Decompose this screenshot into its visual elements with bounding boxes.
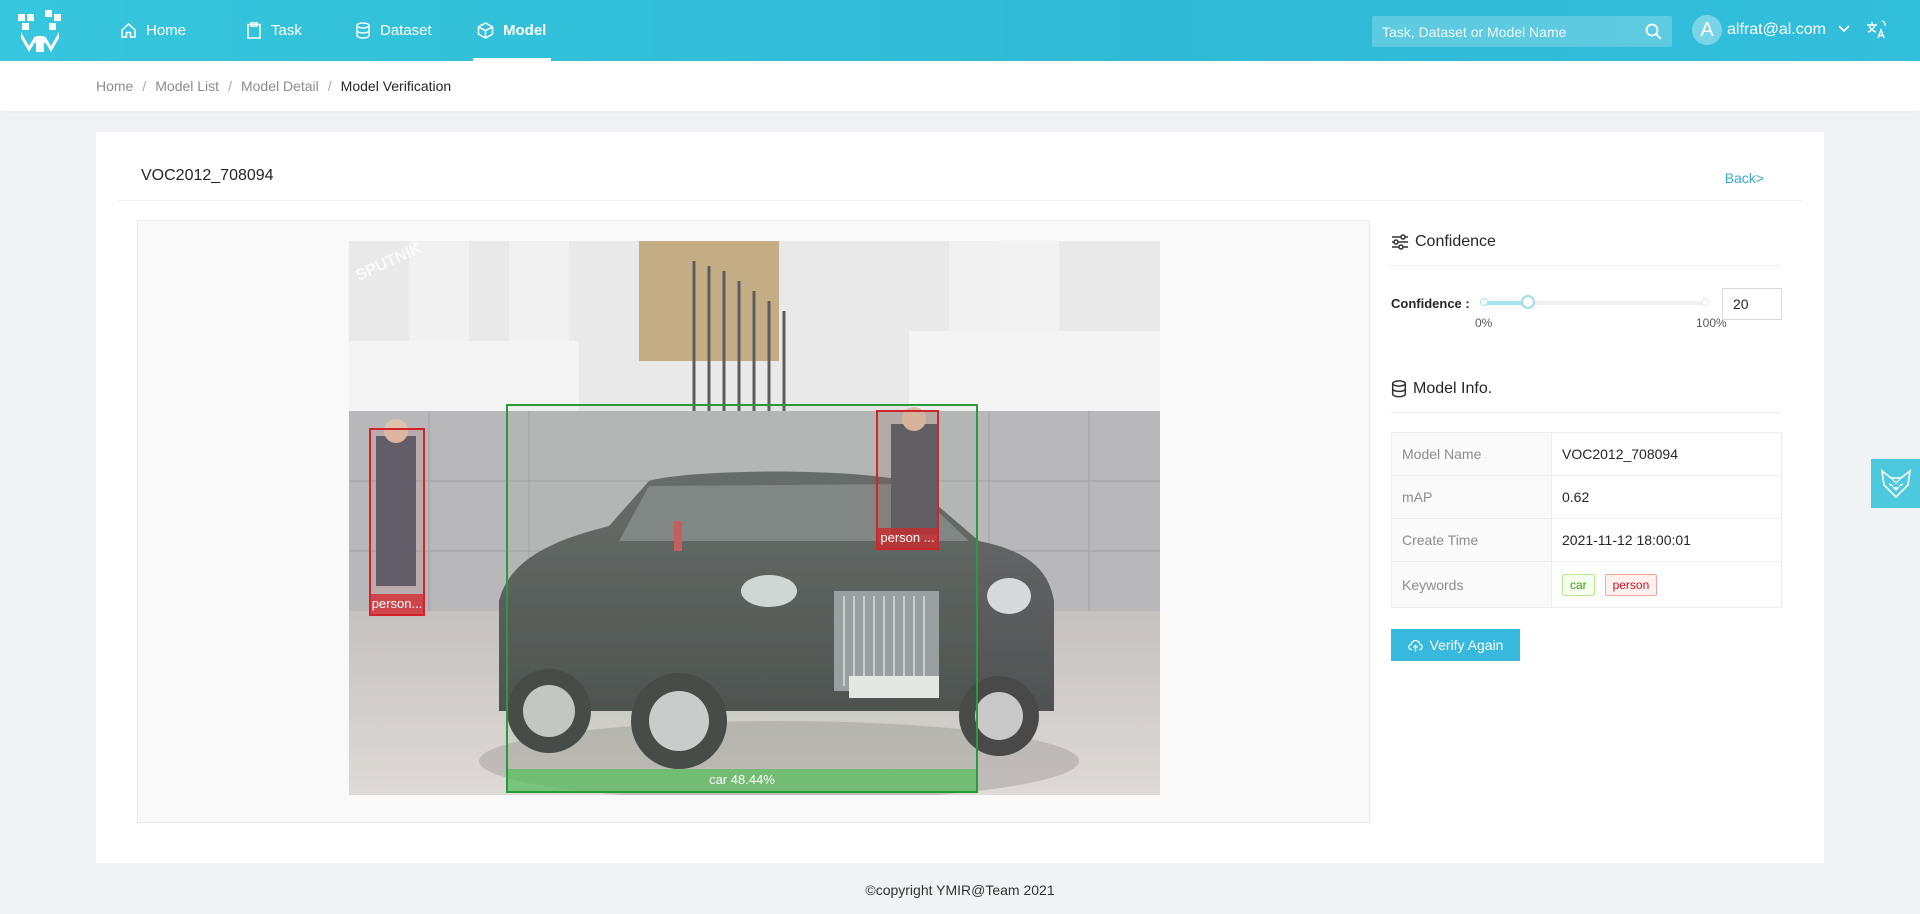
nav-dataset[interactable]: Dataset bbox=[355, 0, 432, 61]
chevron-down-icon[interactable] bbox=[1838, 24, 1850, 34]
breadcrumb-current: Model Verification bbox=[340, 78, 452, 94]
slider-min-mark: 0% bbox=[1475, 316, 1493, 330]
keyword-tag-car: car bbox=[1562, 573, 1595, 596]
verify-again-label: Verify Again bbox=[1429, 637, 1504, 653]
keyword-tag-person: person bbox=[1604, 573, 1658, 596]
breadcrumb-model-detail[interactable]: Model Detail bbox=[241, 78, 319, 94]
breadcrumb-separator: / bbox=[228, 78, 232, 94]
confidence-input[interactable] bbox=[1722, 288, 1782, 320]
side-panel: Confidence Confidence : 0% 100% Model In… bbox=[1391, 220, 1782, 661]
info-value: 2021-11-12 18:00:01 bbox=[1551, 518, 1782, 562]
nav-task-label: Task bbox=[271, 22, 302, 39]
task-icon bbox=[247, 22, 261, 39]
breadcrumb: Home / Model List / Model Detail / Model… bbox=[96, 78, 451, 94]
verification-image: SPUTNIK person... person ... car 48.44% bbox=[349, 241, 1160, 795]
confidence-slider[interactable] bbox=[1480, 295, 1709, 309]
nav-task[interactable]: Task bbox=[246, 0, 302, 61]
model-info-table: Model Name VOC2012_708094 mAP 0.62 Creat… bbox=[1391, 432, 1782, 608]
sliders-icon bbox=[1392, 234, 1408, 250]
info-key: Model Name bbox=[1391, 432, 1552, 476]
nav-home-label: Home bbox=[146, 22, 187, 39]
info-key: Create Time bbox=[1391, 518, 1552, 562]
table-row: Model Name VOC2012_708094 bbox=[1391, 432, 1782, 476]
model-icon bbox=[477, 22, 494, 39]
fox-icon bbox=[1880, 468, 1911, 498]
breadcrumb-home[interactable]: Home bbox=[96, 78, 133, 94]
breadcrumb-model-list[interactable]: Model List bbox=[155, 78, 219, 94]
database-icon bbox=[1391, 380, 1407, 398]
detection-label: car 48.44% bbox=[508, 769, 976, 791]
page-title: VOC2012_708094 bbox=[141, 167, 274, 184]
confidence-section-title: Confidence bbox=[1415, 233, 1496, 250]
language-switch-icon[interactable] bbox=[1864, 18, 1888, 42]
info-key: mAP bbox=[1391, 475, 1552, 519]
search-box bbox=[1372, 16, 1672, 47]
confidence-row: Confidence : 0% 100% bbox=[1391, 266, 1782, 336]
ymir-logo[interactable] bbox=[18, 10, 62, 52]
model-info-section-header: Model Info. bbox=[1391, 378, 1780, 400]
table-row: Create Time 2021-11-12 18:00:01 bbox=[1391, 518, 1782, 562]
detection-box-car[interactable]: car 48.44% bbox=[506, 404, 978, 793]
detection-box-person[interactable]: person... bbox=[369, 428, 425, 616]
dataset-icon bbox=[356, 22, 370, 39]
nav-model-label: Model bbox=[503, 22, 547, 39]
divider bbox=[1391, 412, 1780, 413]
footer-copyright: ©copyright YMIR@Team 2021 bbox=[865, 882, 1055, 898]
detection-label: person... bbox=[371, 594, 423, 614]
info-value: 0.62 bbox=[1551, 475, 1782, 519]
breadcrumb-separator: / bbox=[142, 78, 147, 94]
info-key: Keywords bbox=[1391, 561, 1552, 608]
avatar[interactable]: A bbox=[1692, 15, 1722, 45]
slider-handle[interactable] bbox=[1520, 295, 1535, 309]
nav-model[interactable]: Model bbox=[473, 0, 551, 61]
breadcrumb-bar: Home / Model List / Model Detail / Model… bbox=[0, 61, 1920, 111]
breadcrumb-separator: / bbox=[327, 78, 332, 94]
home-icon bbox=[121, 22, 136, 38]
search-icon[interactable] bbox=[1645, 23, 1662, 40]
back-link[interactable]: Back> bbox=[1725, 170, 1764, 186]
cloud-upload-icon bbox=[1407, 639, 1423, 651]
keywords-cell: car person bbox=[1551, 561, 1782, 608]
verify-again-button[interactable]: Verify Again bbox=[1391, 629, 1520, 661]
top-navbar: Home Task Dataset Model A alfrat@al.com bbox=[0, 0, 1920, 61]
confidence-section-header: Confidence bbox=[1391, 231, 1780, 253]
nav-dataset-label: Dataset bbox=[380, 22, 432, 39]
confidence-label: Confidence : bbox=[1391, 296, 1470, 311]
table-row: mAP 0.62 bbox=[1391, 475, 1782, 519]
model-info-section-title: Model Info. bbox=[1413, 380, 1493, 397]
divider bbox=[118, 200, 1802, 201]
table-row: Keywords car person bbox=[1391, 561, 1782, 608]
verification-card: VOC2012_708094 Back> SPUTNIK person... p… bbox=[96, 132, 1824, 863]
user-email[interactable]: alfrat@al.com bbox=[1727, 21, 1826, 39]
info-value: VOC2012_708094 bbox=[1551, 432, 1782, 476]
search-input[interactable] bbox=[1372, 16, 1652, 47]
image-panel: SPUTNIK person... person ... car 48.44% bbox=[137, 220, 1370, 823]
nav-home[interactable]: Home bbox=[120, 0, 186, 61]
floating-assistant-button[interactable] bbox=[1871, 459, 1920, 508]
slider-mark-dot bbox=[1701, 298, 1709, 306]
slider-mark-dot bbox=[1480, 298, 1488, 306]
